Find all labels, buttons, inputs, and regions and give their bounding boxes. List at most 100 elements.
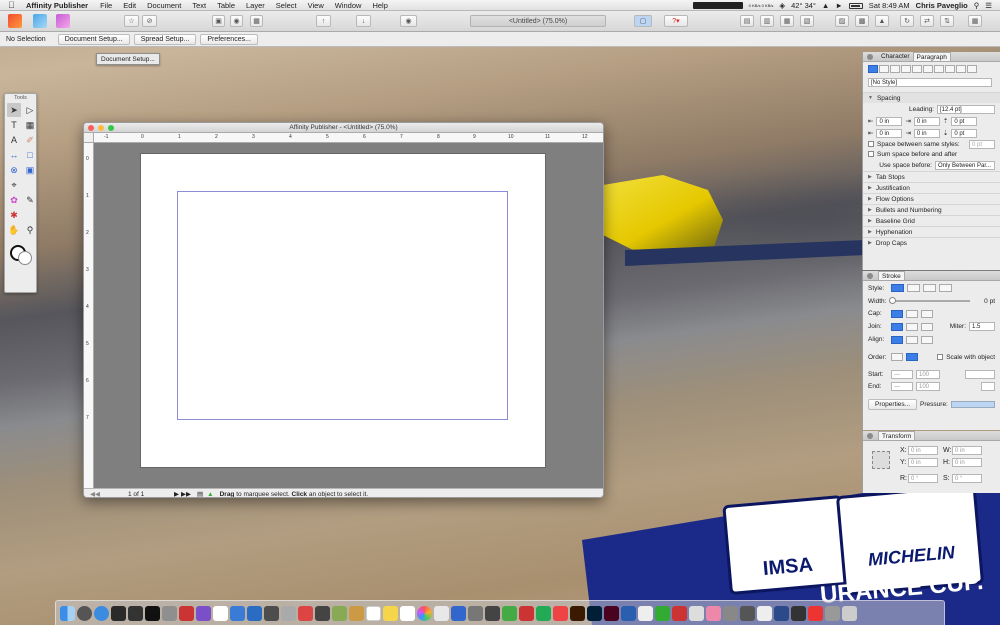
page-counter[interactable]: 1 of 1 [128, 491, 168, 498]
paragraph-style-select[interactable]: [No Style] [868, 77, 992, 87]
anchor-grid-icon[interactable] [872, 451, 890, 469]
shear-field[interactable]: 0 ° [952, 474, 982, 483]
sum-space-checkbox[interactable] [868, 151, 874, 157]
fill-tool-icon[interactable]: ✿ [7, 193, 21, 207]
node-tool-icon[interactable]: ▷ [23, 103, 37, 117]
app-icon-21[interactable] [689, 605, 704, 621]
finder-icon[interactable] [60, 605, 75, 621]
arrange-icon[interactable]: ▧ [800, 15, 814, 27]
align-inside-stroke-icon[interactable] [906, 335, 918, 344]
tab-transform[interactable]: Transform [878, 431, 916, 440]
app-icon-28[interactable] [808, 605, 823, 621]
preferences-button[interactable]: Preferences... [200, 33, 258, 45]
h-field[interactable]: 0 in [952, 458, 982, 467]
app-icon-8[interactable] [332, 605, 347, 621]
indesign-icon[interactable] [604, 605, 619, 621]
width-slider[interactable] [889, 297, 970, 304]
menu-table[interactable]: Table [217, 1, 235, 10]
move-down-icon[interactable]: ↓ [356, 15, 371, 27]
rectangle-frame-tool-icon[interactable]: □ [23, 148, 37, 162]
w-field[interactable]: 0 in [952, 446, 982, 455]
panel-close-icon[interactable] [867, 432, 873, 439]
dropbox-icon[interactable]: ◈ [779, 1, 785, 10]
hide-icon[interactable]: ⊘ [142, 15, 157, 27]
app-icon-24[interactable] [740, 605, 755, 621]
search-icon[interactable]: ⚲ [974, 1, 980, 10]
photo-persona-icon[interactable] [33, 14, 47, 28]
pen-tool-icon[interactable]: ✐ [23, 133, 37, 147]
app-icon-10[interactable] [451, 605, 466, 621]
app-icon-9[interactable] [349, 605, 364, 621]
width-value[interactable]: 0 pt [973, 298, 995, 305]
align-extra-icon[interactable] [967, 65, 977, 73]
space-before-field[interactable]: 0 pt [951, 116, 978, 126]
picture-frame-tool-icon[interactable]: ↔ [7, 148, 21, 162]
minimize-button[interactable] [98, 125, 104, 131]
swap-arrows-box[interactable] [981, 381, 995, 391]
transform-panel-header[interactable]: Transform [863, 431, 1000, 441]
left-indent-field[interactable]: 0 in [876, 116, 903, 126]
bevel-join-icon[interactable] [921, 322, 933, 331]
slack-icon[interactable] [213, 605, 228, 621]
zoom-tool-icon[interactable]: ⚲ [23, 223, 37, 237]
music-icon[interactable] [434, 605, 449, 621]
maps-icon[interactable] [230, 605, 245, 621]
slider-knob[interactable] [889, 297, 897, 304]
move-tool-icon[interactable]: ➤ [7, 103, 21, 117]
app-icon-20[interactable] [672, 605, 687, 621]
panel-close-icon[interactable] [867, 53, 873, 60]
rotation-field[interactable]: 0 ° [908, 474, 938, 483]
publisher-persona-icon[interactable] [8, 14, 22, 28]
first-page-icon[interactable]: ◀◀ [90, 490, 100, 497]
y-field[interactable]: 0 in [908, 458, 938, 467]
preflight-warning-icon[interactable]: ?▾ [664, 15, 688, 27]
section-tab-stops[interactable]: ▶ Tab Stops [863, 171, 1000, 182]
section-drop-caps[interactable]: ▶ Drop Caps [863, 237, 1000, 248]
close-button[interactable] [88, 125, 94, 131]
designer-persona-icon[interactable] [56, 14, 70, 28]
align-away-spine-icon[interactable] [956, 65, 966, 73]
end-arrow-select[interactable]: — [891, 381, 913, 391]
insert-frame-icon[interactable]: ▣ [212, 15, 225, 27]
scale-with-object-checkbox[interactable] [937, 354, 944, 360]
app-icon-22[interactable] [706, 605, 721, 621]
butt-cap-icon[interactable] [891, 309, 903, 318]
rotate-icon[interactable]: ↻ [900, 15, 914, 27]
app-icon-17[interactable] [621, 605, 636, 621]
app-icon-1[interactable] [162, 605, 177, 621]
app-icon-11[interactable] [468, 605, 483, 621]
group-icon[interactable]: ▦ [968, 15, 982, 27]
console-icon[interactable] [128, 605, 143, 621]
miter-join-icon[interactable] [891, 322, 903, 331]
battery-icon[interactable] [848, 2, 863, 9]
trash-icon[interactable] [842, 605, 857, 621]
align-left-icon[interactable]: ▤ [740, 15, 754, 27]
app-icon-15[interactable] [536, 605, 551, 621]
color-picker-tool-icon[interactable]: ✱ [7, 208, 21, 222]
app-icon-19[interactable] [655, 605, 670, 621]
app-icon-16[interactable] [553, 605, 568, 621]
menu-layer[interactable]: Layer [246, 1, 265, 10]
document-setup-button[interactable]: Document Setup... [57, 33, 130, 45]
hand-tool-icon[interactable]: ✋ [7, 223, 21, 237]
spacing-section[interactable]: ▼ Spacing [863, 92, 1000, 103]
move-up-icon[interactable]: ↑ [316, 15, 331, 27]
section-baseline-grid[interactable]: ▶ Baseline Grid [863, 215, 1000, 226]
leading-field[interactable]: [12.4 pt] [937, 104, 995, 114]
section-flow-options[interactable]: ▶ Flow Options [863, 193, 1000, 204]
volume-icon[interactable]: ► [835, 1, 842, 10]
launchpad-icon[interactable] [77, 605, 92, 621]
illustrator-icon[interactable] [570, 605, 585, 621]
start-arrow-select[interactable]: — [891, 369, 913, 379]
photoshop-icon[interactable] [587, 605, 602, 621]
document-titlebar[interactable]: Affinity Publisher - <Untitled> (75.0%) [84, 123, 603, 133]
preflight-icon[interactable]: ☆ [124, 15, 139, 27]
menu-edit[interactable]: Edit [123, 1, 136, 10]
justify-left-icon[interactable] [901, 65, 911, 73]
flip-icon[interactable]: ⇄ [920, 15, 934, 27]
align-center-stroke-icon[interactable] [891, 335, 903, 344]
apple-icon[interactable]:  [8, 0, 18, 10]
right-indent-field[interactable]: 0 in [913, 116, 940, 126]
dashed-stroke-icon[interactable] [923, 284, 936, 292]
distribute-icon[interactable]: ▨ [835, 15, 849, 27]
